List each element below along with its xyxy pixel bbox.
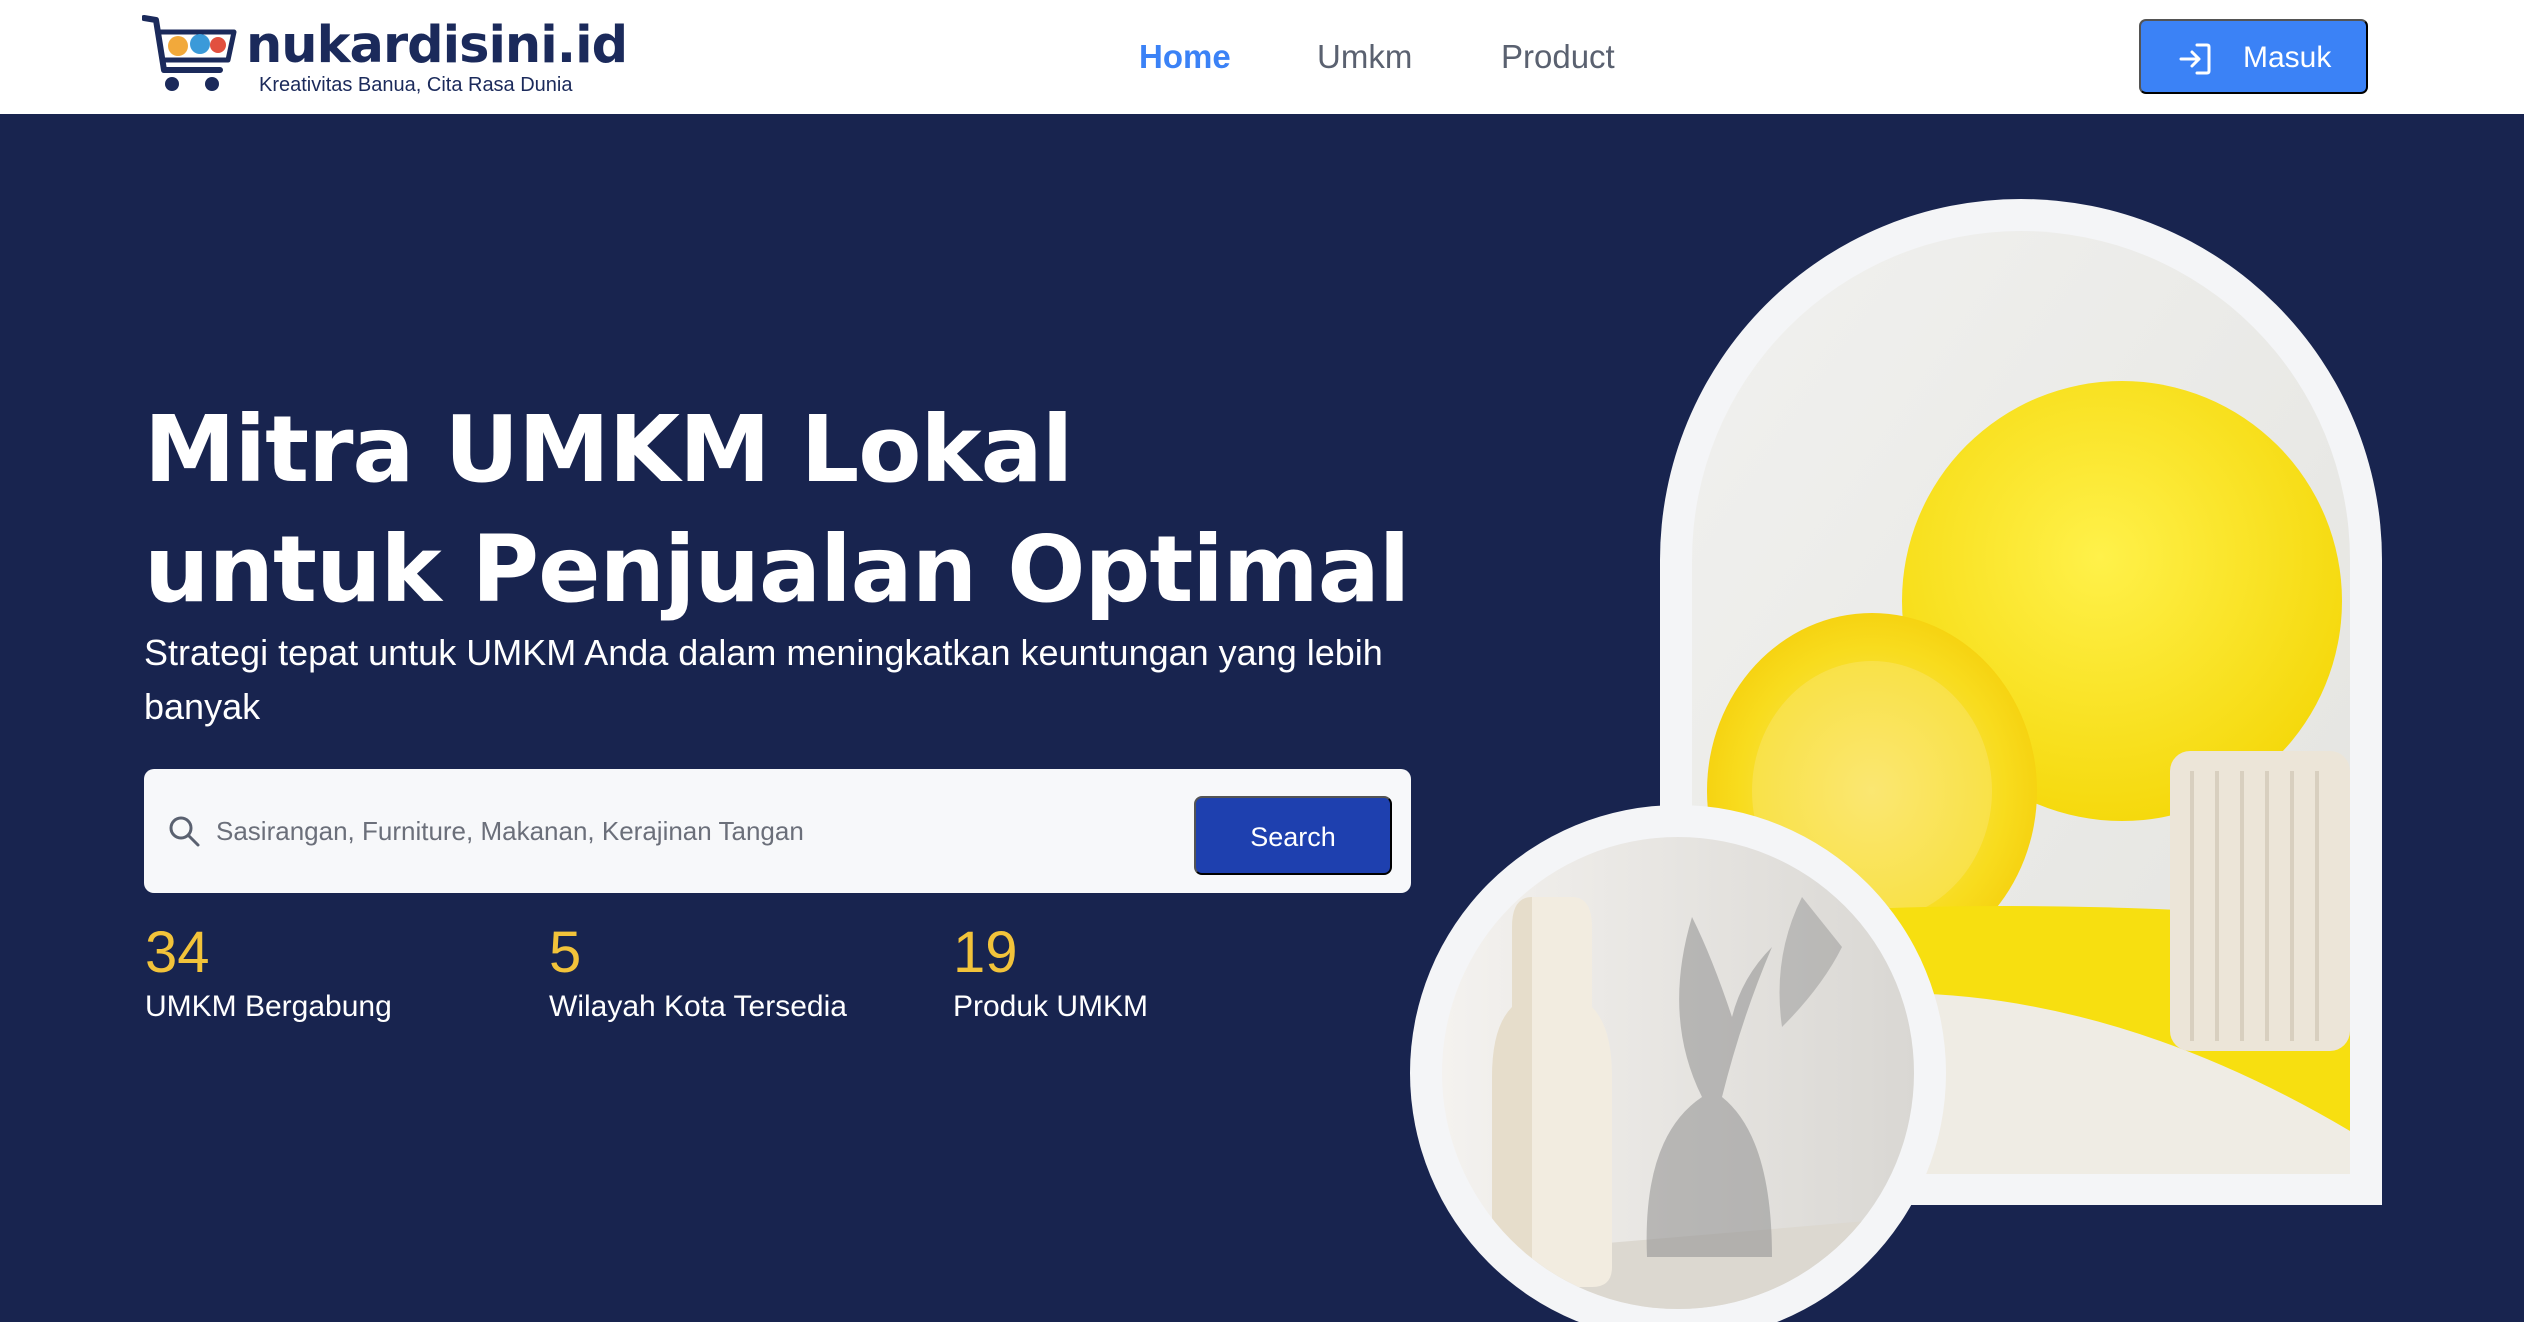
brand-name: nukardisini.id — [246, 16, 628, 75]
stat-products: 19 Produk UMKM — [953, 918, 1148, 1024]
hero-title-line-2: untuk Penjualan Optimal — [144, 516, 1410, 623]
stat-label: UMKM Bergabung — [145, 990, 392, 1023]
login-label: Masuk — [2243, 41, 2332, 74]
stat-label: Wilayah Kota Tersedia — [549, 990, 847, 1023]
login-button[interactable]: Masuk — [2139, 19, 2368, 94]
stat-label: Produk UMKM — [953, 990, 1149, 1023]
search-input[interactable] — [216, 803, 1306, 859]
search-button[interactable]: Search — [1194, 796, 1392, 875]
login-icon — [2179, 43, 2211, 75]
stat-value: 34 — [145, 920, 210, 985]
brand-tagline: Kreativitas Banua, Cita Rasa Dunia — [259, 74, 573, 96]
site-header: nukardisini.id Kreativitas Banua, Cita R… — [0, 0, 2524, 114]
stat-value: 5 — [549, 920, 582, 985]
hero-circle-image-frame — [1410, 805, 1946, 1322]
search-bar: Search — [144, 769, 1411, 893]
shopping-cart-icon — [142, 15, 237, 91]
hero-title: Mitra UMKM Lokal untuk Penjualan Optimal — [144, 390, 1444, 630]
hero-title-line-1: Mitra UMKM Lokal — [144, 396, 1073, 503]
search-icon — [169, 816, 200, 847]
stat-value: 19 — [953, 920, 1018, 985]
nav-umkm[interactable]: Umkm — [1317, 38, 1412, 82]
stat-umkm-joined: 34 UMKM Bergabung — [145, 918, 392, 1024]
stat-regions: 5 Wilayah Kota Tersedia — [549, 918, 847, 1024]
hero-subtitle: Strategi tepat untuk UMKM Anda dalam men… — [144, 632, 1383, 727]
nav-home[interactable]: Home — [1139, 38, 1231, 82]
nav-product[interactable]: Product — [1501, 38, 1615, 82]
brand-logo[interactable]: nukardisini.id Kreativitas Banua, Cita R… — [142, 14, 628, 98]
hero-circle-image — [1442, 837, 1914, 1309]
